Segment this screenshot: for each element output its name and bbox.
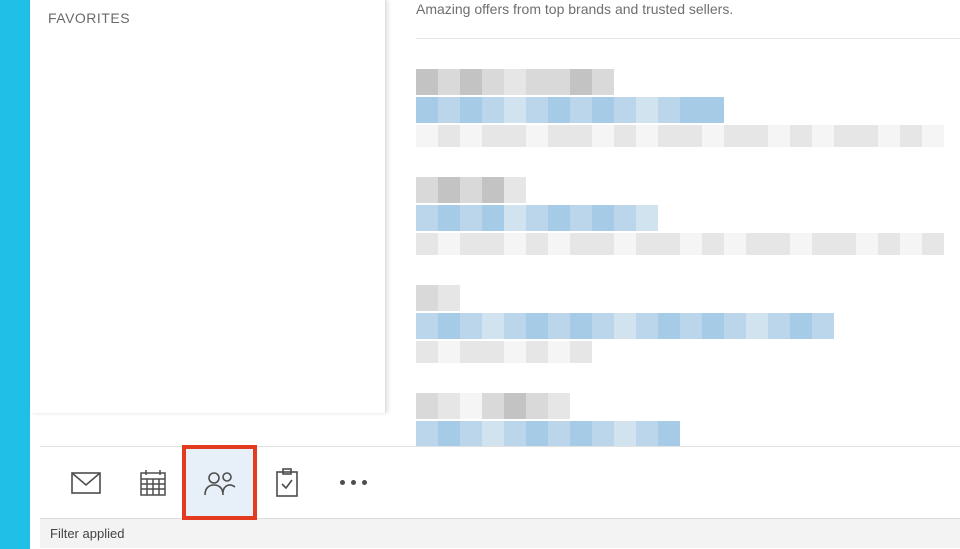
people-nav-button[interactable] xyxy=(186,449,253,516)
message-row[interactable] xyxy=(416,69,960,147)
bottom-strip: Filter applied xyxy=(40,446,960,549)
nav-icons xyxy=(40,447,960,518)
people-icon xyxy=(203,470,237,496)
more-nav-button[interactable] xyxy=(320,449,387,516)
sidebar: FAVORITES xyxy=(30,0,386,413)
message-row[interactable] xyxy=(416,177,960,255)
message-row[interactable] xyxy=(416,285,960,363)
calendar-icon xyxy=(139,469,167,497)
calendar-nav-button[interactable] xyxy=(119,449,186,516)
status-bar: Filter applied xyxy=(40,518,960,548)
status-text: Filter applied xyxy=(50,526,124,541)
tasks-nav-button[interactable] xyxy=(253,449,320,516)
message-preview-text: Amazing offers from top brands and trust… xyxy=(416,0,960,20)
app-window: Amazing offers from top brands and trust… xyxy=(30,0,960,549)
divider xyxy=(416,38,960,39)
tasks-icon xyxy=(275,468,299,498)
mail-nav-button[interactable] xyxy=(52,449,119,516)
favorites-heading: FAVORITES xyxy=(48,10,367,26)
mail-icon xyxy=(71,472,101,494)
more-icon xyxy=(340,480,367,485)
